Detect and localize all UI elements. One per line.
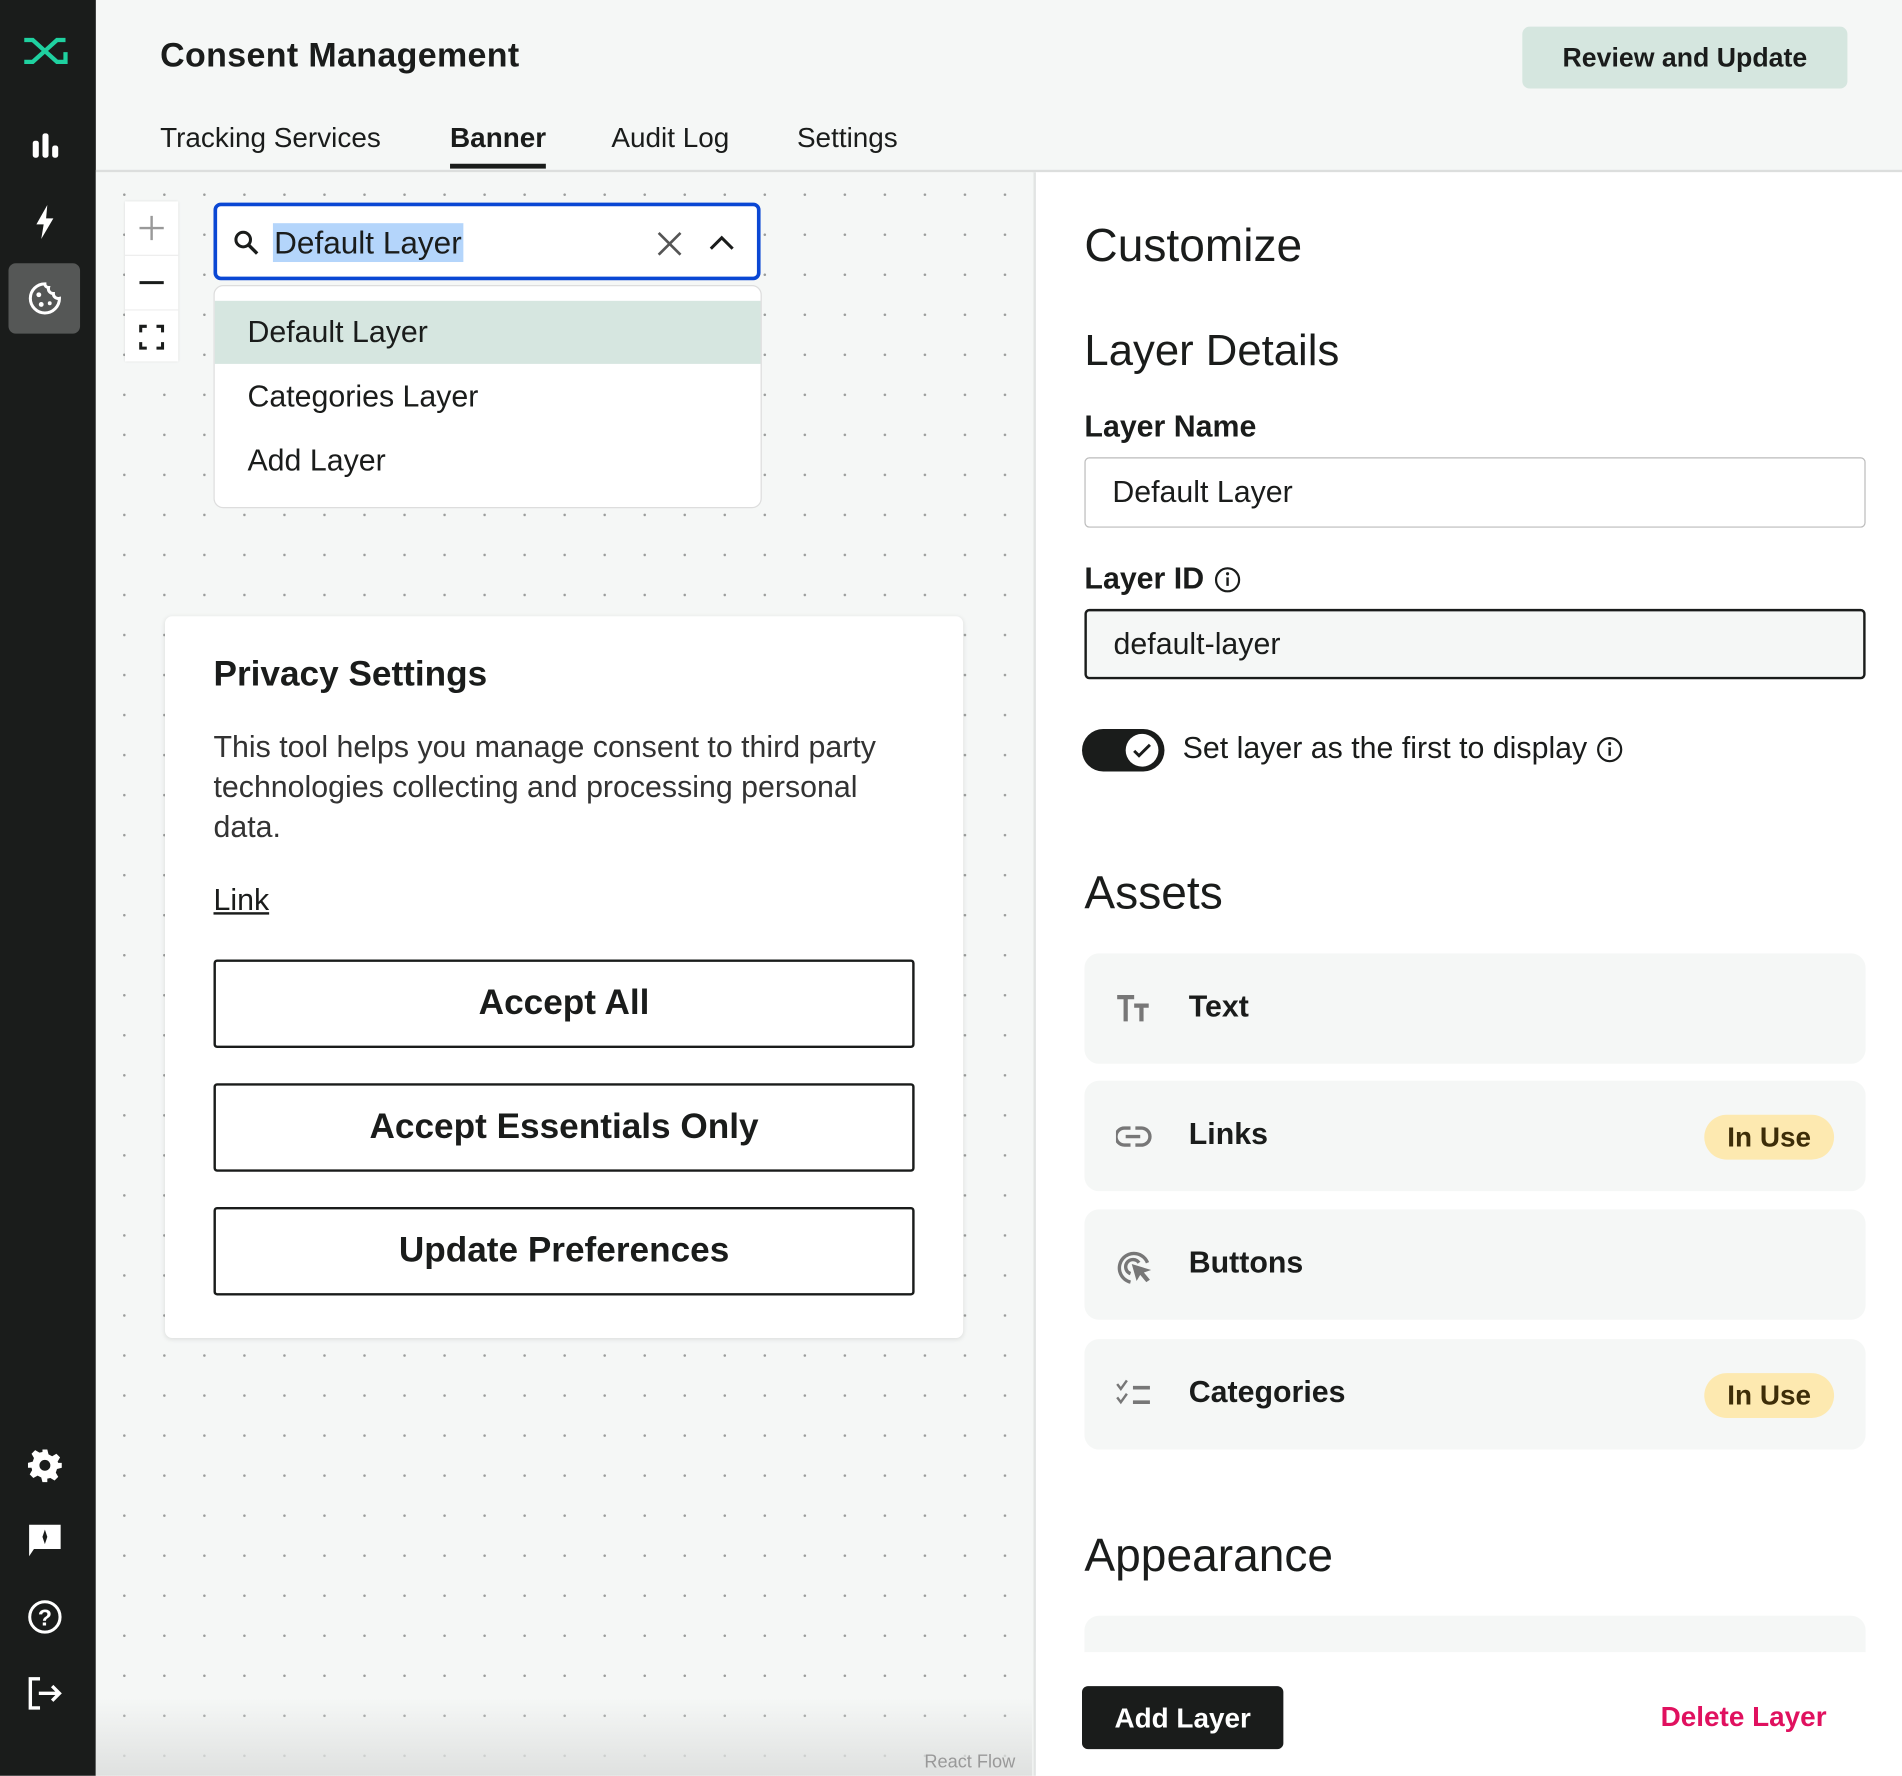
fullscreen-icon <box>139 324 165 350</box>
zoom-in-button[interactable] <box>124 201 179 256</box>
banner-title: Privacy Settings <box>213 655 488 694</box>
link-icon <box>1115 1126 1152 1147</box>
layer-name-label-text: Layer Name <box>1084 409 1257 444</box>
text-size-icon <box>1117 994 1149 1022</box>
layer-id-input[interactable]: default-layer <box>1084 608 1866 680</box>
delete-layer-button[interactable]: Delete Layer <box>1661 1701 1827 1734</box>
info-icon[interactable] <box>1214 566 1241 593</box>
layer-name-input[interactable]: Default Layer <box>1084 457 1866 528</box>
banner-body: This tool helps you manage consent to th… <box>213 730 876 845</box>
bolt-icon[interactable] <box>8 187 80 257</box>
tab-audit-log[interactable]: Audit Log <box>611 121 729 166</box>
dropdown-option-categories-layer[interactable]: Categories Layer <box>215 365 761 428</box>
logout-icon[interactable] <box>8 1658 80 1728</box>
minus-icon <box>139 281 164 285</box>
add-layer-button[interactable]: Add Layer <box>1082 1686 1284 1750</box>
info-icon[interactable] <box>1597 736 1624 763</box>
asset-links[interactable]: Links In Use <box>1084 1080 1866 1192</box>
banner-link[interactable]: Link <box>213 883 269 918</box>
tab-banner[interactable]: Banner <box>450 121 547 169</box>
checklist-icon <box>1116 1379 1150 1405</box>
tab-settings[interactable]: Settings <box>797 121 898 166</box>
in-use-badge: In Use <box>1704 1114 1835 1160</box>
asset-name: Text <box>1188 989 1249 1024</box>
layer-name-label: Layer Name <box>1084 410 1256 445</box>
search-icon <box>234 230 259 255</box>
dropdown-option-add-layer[interactable]: Add Layer <box>215 429 761 492</box>
first-display-toggle[interactable] <box>1082 729 1165 772</box>
clear-icon[interactable] <box>656 230 683 257</box>
first-display-label: Set layer as the first to display <box>1183 731 1624 766</box>
feedback-icon[interactable] <box>8 1505 80 1575</box>
app-root: ? Consent Management Review and Update T… <box>0 0 1902 1776</box>
layer-details-heading: Layer Details <box>1084 325 1340 375</box>
asset-buttons[interactable]: Buttons <box>1084 1209 1866 1320</box>
review-and-update-button[interactable]: Review and Update <box>1522 26 1848 89</box>
sidebar: ? <box>0 0 96 1776</box>
asset-name: Categories <box>1188 1375 1346 1410</box>
appearance-heading: Appearance <box>1084 1530 1334 1582</box>
tab-tracking-services[interactable]: Tracking Services <box>160 121 381 166</box>
plus-icon <box>139 215 164 241</box>
click-target-icon <box>1117 1251 1152 1284</box>
update-preferences-button[interactable]: Update Preferences <box>213 1206 915 1296</box>
svg-text:?: ? <box>37 1604 51 1630</box>
accept-all-button[interactable]: Accept All <box>213 959 915 1049</box>
panel-title: Customize <box>1084 220 1303 272</box>
react-flow-attribution[interactable]: React Flow <box>924 1752 1015 1773</box>
assets-heading: Assets <box>1084 868 1223 920</box>
gear-icon[interactable] <box>8 1430 80 1500</box>
page-title: Consent Management <box>160 36 520 74</box>
canvas-fade <box>95 1698 1033 1776</box>
layer-select-value[interactable]: Default Layer <box>272 223 463 263</box>
chevron-up-icon[interactable] <box>708 233 735 252</box>
help-icon[interactable]: ? <box>8 1582 80 1652</box>
asset-categories[interactable]: Categories In Use <box>1084 1339 1866 1450</box>
logo-icon[interactable] <box>22 36 68 71</box>
bar-chart-icon[interactable] <box>8 110 80 180</box>
sidebar-item-cookie[interactable] <box>8 263 81 334</box>
zoom-controls <box>124 201 179 364</box>
in-use-badge: In Use <box>1704 1373 1835 1419</box>
first-display-label-text: Set layer as the first to display <box>1182 731 1588 766</box>
asset-name: Links <box>1188 1117 1268 1152</box>
layer-id-label: Layer ID <box>1084 562 1240 597</box>
accept-essentials-button[interactable]: Accept Essentials Only <box>213 1083 915 1172</box>
layer-dropdown: Default Layer Categories Layer Add Layer <box>213 285 762 509</box>
check-icon <box>1133 743 1151 758</box>
dropdown-option-default-layer[interactable]: Default Layer <box>214 300 761 364</box>
layer-select-input[interactable]: Default Layer <box>213 202 761 281</box>
cookie-icon <box>28 282 61 315</box>
fit-view-button[interactable] <box>125 311 178 364</box>
asset-text[interactable]: Text <box>1084 953 1866 1064</box>
banner-preview-node[interactable]: Privacy Settings This tool helps you man… <box>164 616 964 1338</box>
zoom-out-button[interactable] <box>124 256 179 311</box>
asset-name: Buttons <box>1188 1245 1304 1280</box>
customize-panel: Customize Layer Details Layer Name Defau… <box>1033 172 1902 1776</box>
layer-id-label-text: Layer ID <box>1084 561 1205 596</box>
